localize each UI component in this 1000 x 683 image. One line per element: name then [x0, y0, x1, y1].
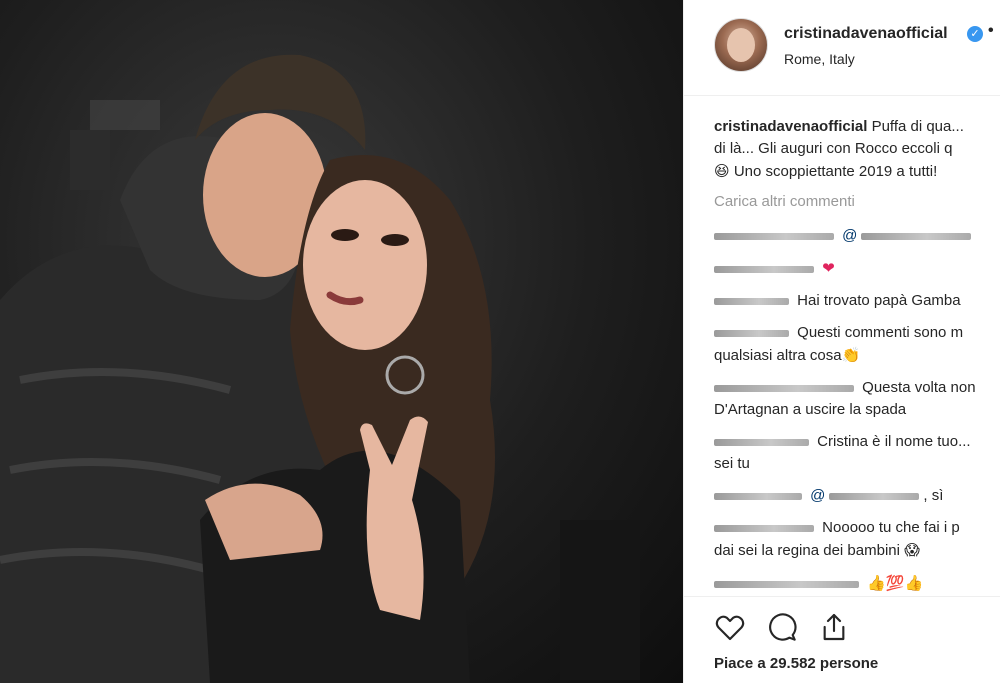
- comment-text: Questi commenti sono m: [797, 324, 964, 341]
- post-caption: cristinadavenaofficial Puffa di qua... d…: [714, 116, 1000, 183]
- redacted-username: [714, 297, 789, 305]
- redacted-username: [714, 265, 814, 273]
- redacted-username: [714, 384, 854, 392]
- redacted-username: [714, 524, 814, 532]
- post-actions-bar: Piace a 29.582 persone: [684, 596, 1000, 683]
- separator-dot: •: [988, 22, 994, 39]
- clap-emoji-icon: 👏: [841, 346, 861, 364]
- heart-icon[interactable]: [714, 611, 746, 643]
- comment-text: Hai trovato papà Gamba: [797, 292, 961, 309]
- comment-text: Cristina è il nome tuo...: [817, 433, 971, 450]
- scream-emoji-icon: 😱: [904, 541, 920, 559]
- comment-row: ❤: [714, 257, 1000, 280]
- caption-line3: Uno scoppiettante 2019 a tutti!: [733, 163, 938, 180]
- redacted-username: [714, 232, 834, 240]
- photo-illustration: [0, 54, 640, 683]
- post-location[interactable]: Rome, Italy: [784, 51, 855, 67]
- comment-row: @ , sì: [714, 485, 1000, 507]
- comment-row: 👍💯👍: [714, 572, 1000, 595]
- post-side-panel: cristinadavenaofficial ✓ • Rome, Italy c…: [683, 0, 1000, 683]
- redacted-username: [714, 329, 789, 337]
- comment-row: Cristina è il nome tuo... sei tu: [714, 431, 1000, 475]
- comment-text-line2: qualsiasi altra cosa: [714, 347, 842, 364]
- redacted-username: [714, 438, 809, 446]
- comment-tail: , sì: [923, 487, 944, 504]
- comment-mention[interactable]: @: [810, 487, 825, 504]
- caption-username[interactable]: cristinadavenaofficial: [714, 118, 867, 135]
- comment-icon[interactable]: [766, 611, 798, 643]
- comment-text-line2: sei tu: [714, 455, 750, 472]
- comment-row: Hai trovato papà Gamba: [714, 290, 1000, 312]
- verified-badge-icon: ✓: [967, 26, 983, 42]
- comments-section[interactable]: cristinadavenaofficial Puffa di qua... d…: [714, 116, 1000, 596]
- avatar-face: [727, 28, 755, 62]
- likes-count[interactable]: Piace a 29.582 persone: [714, 655, 878, 672]
- redacted-mention: [829, 492, 920, 500]
- caption-line1: Puffa di qua...: [871, 118, 964, 135]
- redacted-mention: [861, 232, 972, 240]
- comment-text: Nooooo tu che fai i p: [822, 519, 960, 536]
- comment-row: Questa volta non D'Artagnan a uscire la …: [714, 377, 1000, 421]
- load-more-comments-button[interactable]: Carica altri commenti: [714, 191, 1000, 213]
- profile-username[interactable]: cristinadavenaofficial: [784, 25, 948, 43]
- profile-avatar[interactable]: [714, 18, 768, 72]
- redacted-username: [714, 492, 802, 500]
- comment-row: Nooooo tu che fai i p dai sei la regina …: [714, 517, 1000, 562]
- comment-text: Questa volta non: [862, 379, 976, 396]
- comment-text-line2: D'Artagnan a uscire la spada: [714, 401, 907, 418]
- share-icon[interactable]: [818, 611, 850, 643]
- post-photo[interactable]: [0, 0, 683, 683]
- comment-text-line2: dai sei la regina dei bambini: [714, 542, 900, 559]
- heart-emoji-icon: ❤: [822, 259, 835, 277]
- comment-mention[interactable]: @: [842, 227, 857, 244]
- caption-line2: di là... Gli auguri con Rocco eccoli q: [714, 140, 953, 157]
- comment-row: Questi commenti sono m qualsiasi altra c…: [714, 322, 1000, 367]
- redacted-username: [714, 580, 859, 588]
- post-header: cristinadavenaofficial ✓ • Rome, Italy: [684, 0, 1000, 96]
- comment-row: @: [714, 225, 1000, 247]
- thumbs-emoji-icon: 👍💯👍: [867, 574, 924, 592]
- caption-emoji: 😆: [714, 162, 730, 180]
